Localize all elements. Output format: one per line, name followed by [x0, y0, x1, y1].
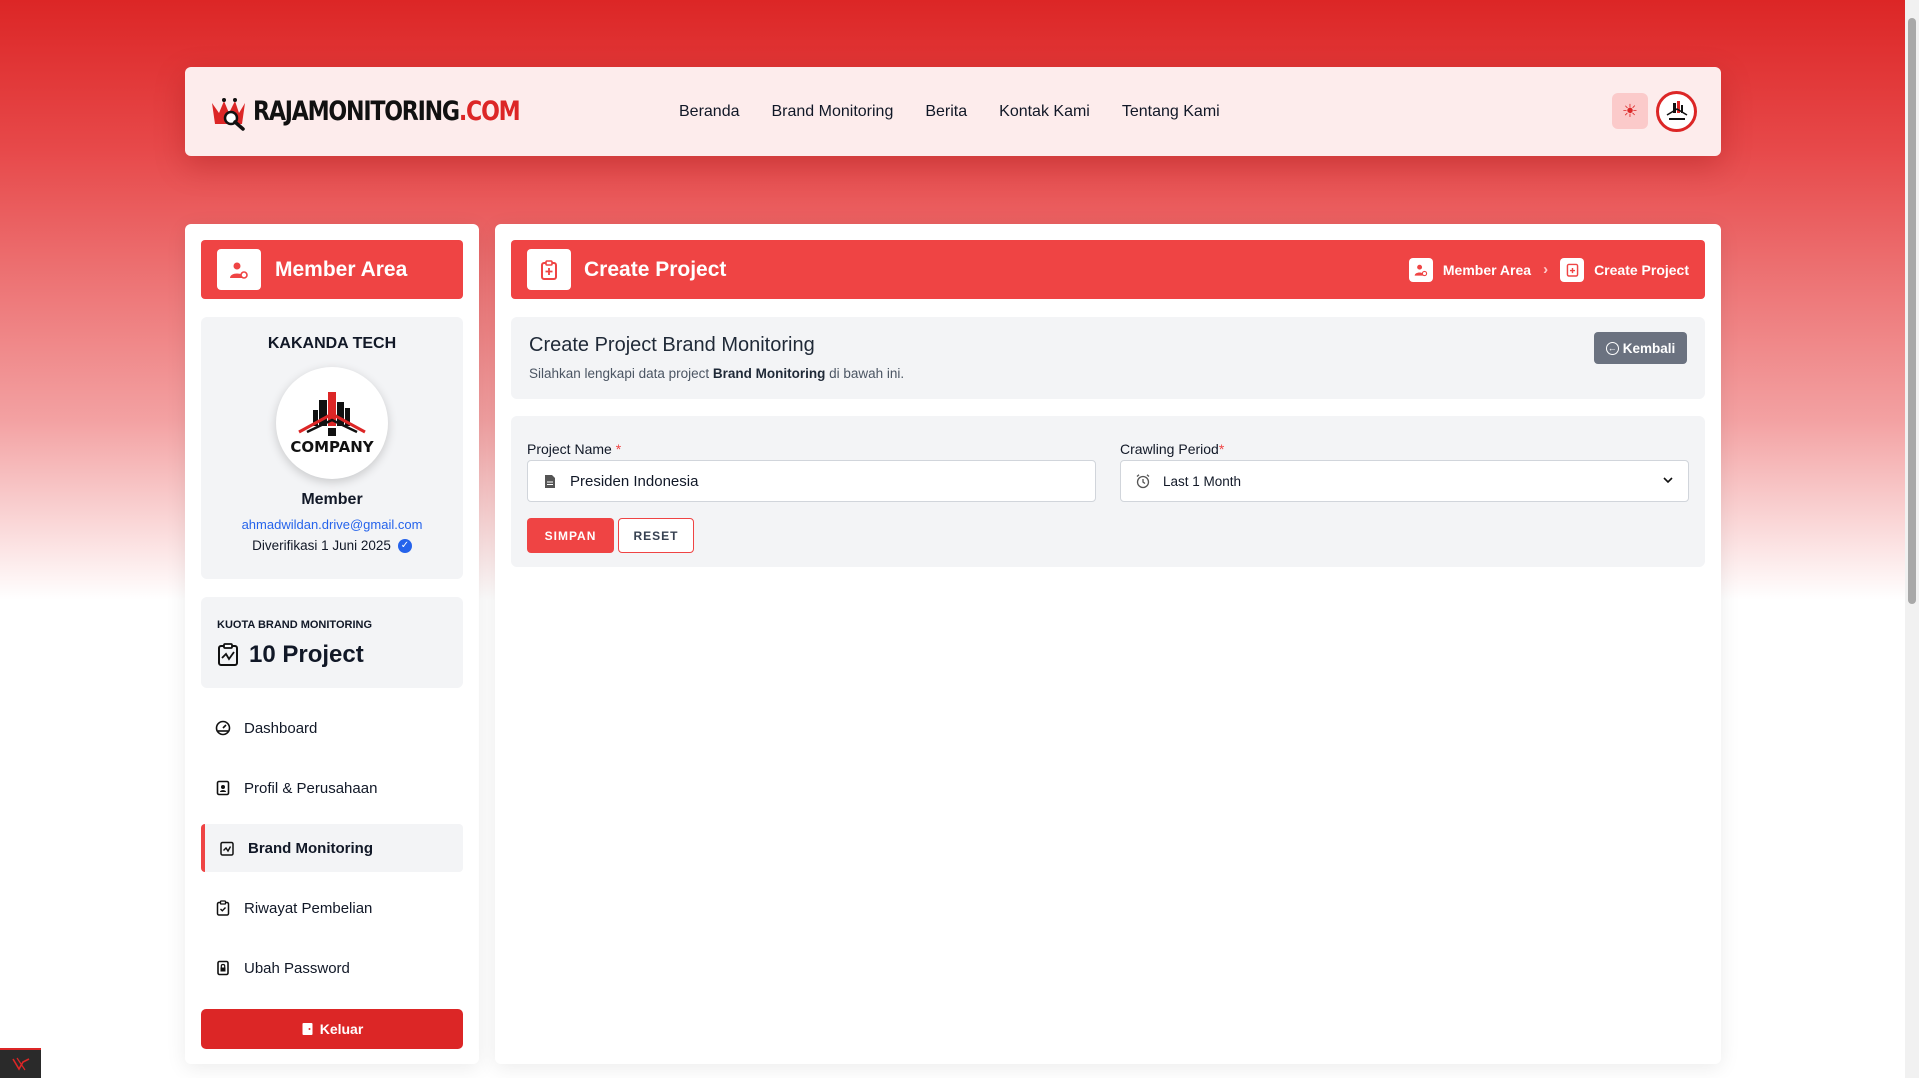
project-name-input[interactable]: Presiden Indonesia	[527, 460, 1096, 502]
sidebar: Member Area KAKANDA TECH COMPANY Member …	[185, 224, 479, 1064]
history-icon	[215, 900, 231, 916]
clipboard-plus-icon	[1560, 257, 1585, 282]
site-logo[interactable]: RAJAMONITORING.COM	[209, 91, 578, 131]
quota-card: KUOTA BRAND MONITORING 10 Project	[201, 597, 463, 688]
nav-link-brand-monitoring[interactable]: Brand Monitoring	[772, 103, 894, 121]
sidebar-item-brand-monitoring[interactable]: Brand Monitoring	[201, 824, 463, 872]
sidebar-item-label: Dashboard	[244, 719, 318, 737]
company-building-icon	[298, 392, 366, 436]
nav-links: Beranda Brand Monitoring Berita Kontak K…	[679, 67, 1252, 156]
company-name: KAKANDA TECH	[267, 335, 397, 352]
sidebar-item-profil-perusahaan[interactable]: Profil & Perusahaan	[201, 764, 463, 812]
company-logo: COMPANY	[276, 367, 388, 479]
company-avatar-icon	[1666, 100, 1687, 120]
crawling-period-select[interactable]: Last 1 Month	[1120, 460, 1689, 502]
alarm-clock-icon	[1135, 473, 1151, 489]
chevron-down-icon	[1662, 474, 1674, 489]
logout-icon	[302, 1023, 313, 1035]
dashboard-icon	[215, 720, 231, 736]
sidebar-item-label: Ubah Password	[244, 959, 350, 977]
project-name-label: Project Name *	[527, 441, 621, 457]
company-logo-text: COMPANY	[290, 438, 374, 456]
project-name-value: Presiden Indonesia	[570, 472, 699, 490]
form-subtitle: Silahkan lengkapi data project Brand Mon…	[529, 366, 904, 381]
sidebar-item-riwayat-pembelian[interactable]: Riwayat Pembelian	[201, 884, 463, 932]
crown-magnifier-icon	[212, 98, 245, 131]
intro-card: Create Project Brand Monitoring Silahkan…	[511, 317, 1705, 399]
sidebar-item-label: Riwayat Pembelian	[244, 899, 373, 917]
required-mark: *	[1218, 441, 1225, 457]
scrollbar-thumb[interactable]	[1908, 18, 1916, 604]
nav-link-tentang-kami[interactable]: Tentang Kami	[1122, 103, 1220, 121]
member-area-header: Member Area	[201, 240, 463, 299]
sun-icon: ☀	[1621, 100, 1639, 121]
crawling-label-text: Crawling Period	[1120, 441, 1219, 457]
user-gear-icon	[1408, 257, 1433, 282]
form-subtitle-prefix: Silahkan lengkapi data project	[529, 366, 713, 381]
back-button[interactable]: ← Kembali	[1594, 332, 1687, 364]
crawling-period-label: Crawling Period*	[1120, 441, 1224, 457]
member-email[interactable]: ahmadwildan.drive@gmail.com	[201, 517, 463, 532]
profile-icon	[215, 780, 231, 796]
clipboard-plus-icon	[541, 259, 557, 280]
page-scrollbar[interactable]	[1905, 0, 1919, 1078]
profile-card: KAKANDA TECH COMPANY Member ahmadwildan.…	[201, 317, 463, 579]
verified-check-icon: ✓	[397, 538, 412, 553]
sidebar-menu: Dashboard Profil & Perusahaan Brand Moni…	[201, 704, 463, 1004]
logout-button[interactable]: Keluar	[201, 1009, 463, 1049]
project-name-label-text: Project Name	[527, 441, 612, 457]
reset-button[interactable]: RESET	[618, 518, 694, 553]
main-content: Create Project Member Area › Create Proj…	[495, 224, 1721, 1064]
top-navbar: RAJAMONITORING.COM Beranda Brand Monitor…	[185, 67, 1721, 156]
verified-text: Diverifikasi 1 Juni 2025	[252, 538, 391, 553]
quota-value-row: 10 Project	[217, 641, 364, 669]
theme-toggle-button[interactable]: ☀	[1612, 93, 1648, 129]
crawling-period-value: Last 1 Month	[1163, 473, 1242, 489]
member-icon-box	[217, 249, 261, 290]
sidebar-item-label: Profil & Perusahaan	[244, 779, 378, 797]
logo-text-main: RAJAMONITORING	[253, 95, 460, 127]
project-form: Project Name * Presiden Indonesia Crawli…	[511, 416, 1705, 567]
quota-value: 10 Project	[249, 641, 364, 668]
sidebar-item-dashboard[interactable]: Dashboard	[201, 704, 463, 752]
page-header: Create Project Member Area › Create Proj…	[511, 240, 1705, 299]
form-subtitle-suffix: di bawah ini.	[825, 366, 905, 381]
nav-link-berita[interactable]: Berita	[925, 103, 967, 121]
brand-monitoring-icon	[218, 643, 238, 666]
breadcrumb-create-project: Create Project	[1594, 261, 1689, 278]
sidebar-item-label: Brand Monitoring	[248, 839, 373, 857]
save-button[interactable]: SIMPAN	[527, 518, 614, 553]
breadcrumb-member-area[interactable]: Member Area	[1443, 262, 1531, 278]
verified-status: Diverifikasi 1 Juni 2025 ✓	[201, 538, 463, 553]
brand-monitoring-icon	[219, 840, 235, 856]
chevron-right-icon: ›	[1543, 261, 1549, 278]
quota-label: KUOTA BRAND MONITORING	[217, 619, 373, 631]
arrow-left-circle-icon: ←	[1605, 341, 1619, 355]
sidebar-item-ubah-password[interactable]: Ubah Password	[201, 944, 463, 992]
member-role: Member	[301, 491, 363, 508]
breadcrumb: Member Area › Create Project	[1408, 240, 1689, 299]
logout-label: Keluar	[319, 1021, 364, 1037]
create-project-icon-box	[527, 249, 571, 290]
user-avatar-button[interactable]	[1656, 91, 1697, 132]
form-title: Create Project Brand Monitoring	[529, 334, 815, 356]
lock-icon	[215, 960, 231, 976]
page-title: Create Project	[584, 257, 727, 281]
nav-link-beranda[interactable]: Beranda	[679, 103, 740, 121]
nav-link-kontak-kami[interactable]: Kontak Kami	[999, 103, 1090, 121]
member-area-title: Member Area	[275, 257, 408, 281]
user-gear-icon	[230, 262, 248, 279]
back-label: Kembali	[1622, 340, 1676, 356]
debug-toolbar-icon[interactable]	[0, 1048, 41, 1078]
logo-text-domain: .COM	[458, 95, 521, 127]
form-subtitle-bold: Brand Monitoring	[712, 366, 826, 381]
required-mark: *	[615, 441, 622, 457]
document-icon	[542, 473, 558, 489]
